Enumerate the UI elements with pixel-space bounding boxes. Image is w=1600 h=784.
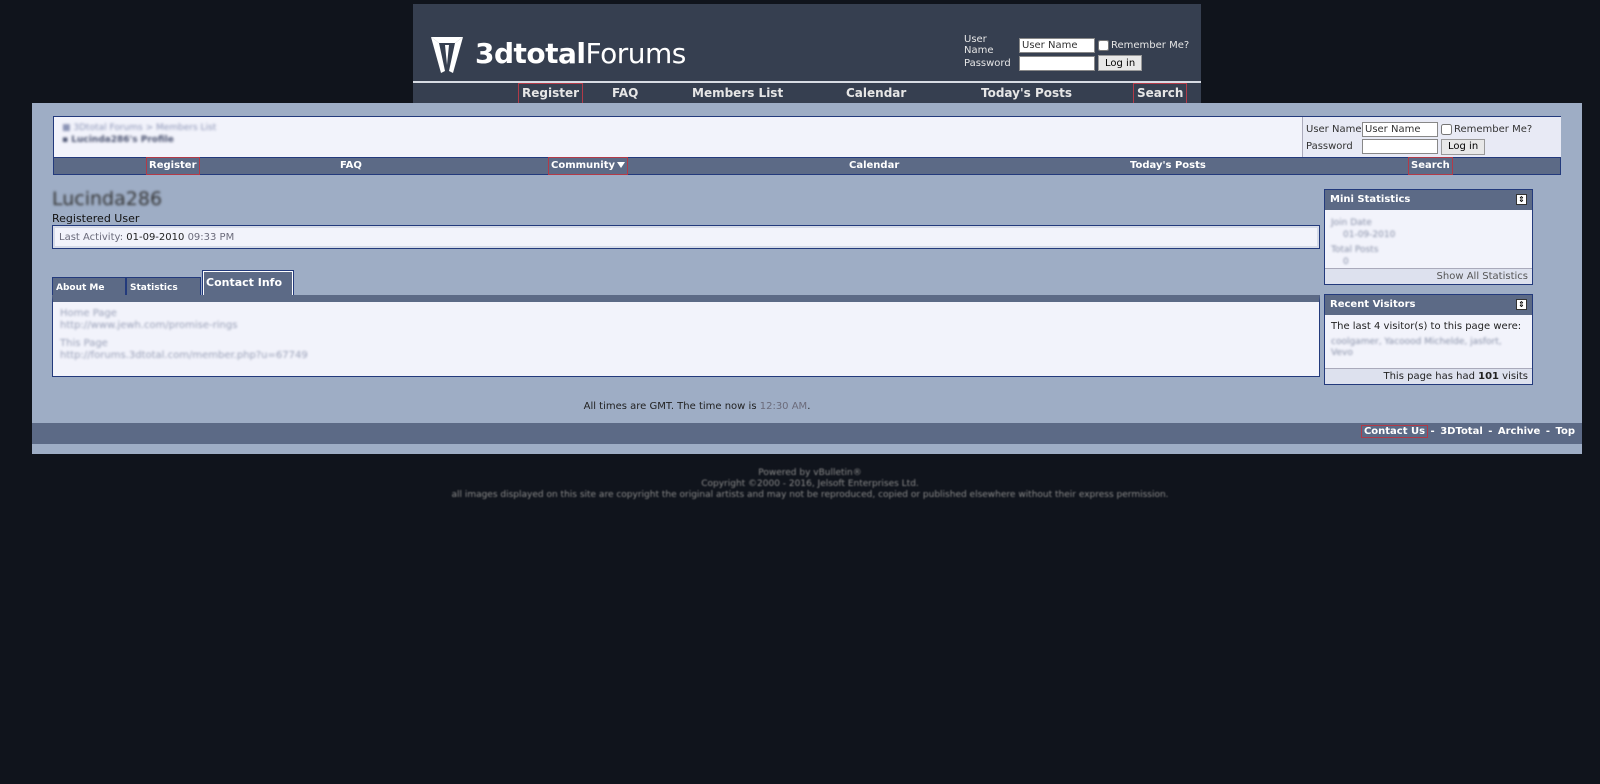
sub-remember-me-checkbox[interactable]: Remember Me? — [1441, 124, 1532, 135]
contact-info-panel: Home Page http://www.jewh.com/promise-ri… — [52, 295, 1320, 377]
breadcrumb-trail[interactable]: 3Dtotal Forums > Members List — [73, 123, 216, 133]
mini-statistics-box: Mini Statistics ⇕ Join Date 01-09-2010 T… — [1324, 189, 1533, 285]
visit-count: This page has had 101 visits — [1325, 368, 1532, 384]
forum-home-icon[interactable]: ■ — [62, 123, 71, 133]
username-input[interactable] — [1019, 37, 1095, 53]
time-now: 12:30 AM — [759, 401, 808, 412]
subnav-faq[interactable]: FAQ — [338, 158, 364, 174]
username-label: User Name — [964, 34, 994, 56]
contact-us-link[interactable]: Contact Us — [1360, 425, 1429, 438]
subnav-register[interactable]: Register — [146, 157, 200, 175]
footer-bar: Contact Us - 3DTotal - Archive - Top — [32, 423, 1582, 444]
list-item: Home Page http://www.jewh.com/promise-ri… — [60, 308, 1312, 332]
tab-statistics[interactable]: Statistics — [126, 277, 201, 296]
password-label: Password — [964, 57, 1011, 69]
user-title: Registered User — [52, 212, 140, 225]
subnav-todays-posts[interactable]: Today's Posts — [1128, 158, 1208, 174]
sub-password-label: Password — [1306, 141, 1353, 152]
nav-members-list[interactable]: Members List — [689, 84, 786, 103]
recent-visitors-header: Recent Visitors ⇕ — [1325, 295, 1532, 315]
site-logo[interactable]: 3dtotalForums — [427, 30, 686, 76]
recent-visitors-body: The last 4 visitor(s) to this page were:… — [1325, 315, 1532, 368]
subnav-community[interactable]: Community — [547, 157, 629, 175]
contact-label: This Page — [60, 338, 108, 349]
subnav-search[interactable]: Search — [1408, 157, 1453, 175]
time-notice: All times are GMT. The time now is 12:30… — [583, 401, 811, 412]
header-nav: Register FAQ Members List Calendar Today… — [413, 81, 1201, 104]
tab-about-me[interactable]: About Me — [52, 277, 126, 296]
logo-text: 3dtotalForums — [475, 36, 686, 70]
mini-statistics-header: Mini Statistics ⇕ — [1325, 190, 1532, 210]
profile-tabs: About Me Statistics Contact Info — [52, 270, 1320, 296]
archive-link[interactable]: Archive — [1496, 426, 1542, 437]
last-activity: Last Activity: 01-09-2010 09:33 PM — [52, 225, 1320, 249]
visitor-list[interactable]: coolgamer, Yacoood Michelde, jasfort, Ve… — [1331, 337, 1526, 359]
activity-label: Last Activity — [59, 232, 120, 243]
subnav-calendar[interactable]: Calendar — [847, 158, 901, 174]
activity-date: 01-09-2010 — [126, 232, 185, 243]
header-login-form: User Name Remember Me? Password Log in — [964, 34, 1189, 72]
breadcrumb-current: Lucinda286's Profile — [71, 135, 174, 145]
sub-username-label: User Name — [1306, 124, 1362, 135]
sub-password-input[interactable] — [1362, 139, 1438, 154]
remember-me-checkbox[interactable]: Remember Me? — [1098, 39, 1189, 51]
breadcrumb: ■ 3Dtotal Forums > Members List ▪ Lucind… — [62, 123, 216, 145]
sub-username-input[interactable] — [1362, 122, 1438, 137]
collapse-icon[interactable]: ⇕ — [1516, 194, 1527, 205]
password-input[interactable] — [1019, 55, 1095, 71]
site-header: 3dtotalForums User Name Remember Me? Pas… — [413, 4, 1201, 104]
recent-visitors-box: Recent Visitors ⇕ The last 4 visitor(s) … — [1324, 294, 1533, 385]
nav-calendar[interactable]: Calendar — [843, 84, 909, 103]
breadcrumb-current-icon: ▪ — [62, 135, 69, 145]
list-item: This Page http://forums.3dtotal.com/memb… — [60, 338, 1312, 362]
logo-mark-icon — [431, 37, 463, 73]
sub-login-button[interactable]: Log in — [1441, 138, 1486, 155]
forum-nav: Register FAQ Community Calendar Today's … — [53, 157, 1561, 175]
tab-contact-info[interactable]: Contact Info — [202, 270, 294, 296]
contact-link[interactable]: http://forums.3dtotal.com/member.php?u=6… — [60, 350, 1312, 362]
mini-statistics-body: Join Date 01-09-2010 Total Posts 0 — [1331, 218, 1396, 267]
login-button[interactable]: Log in — [1098, 55, 1143, 71]
show-all-statistics-link[interactable]: Show All Statistics — [1437, 271, 1528, 282]
activity-time: 09:33 PM — [187, 232, 235, 243]
nav-search[interactable]: Search — [1132, 83, 1188, 104]
breadcrumb-bar: ■ 3Dtotal Forums > Members List ▪ Lucind… — [53, 116, 1561, 158]
sub-login-form: User Name Remember Me? Password Log in — [1302, 117, 1561, 157]
copyright-notice: Powered by vBulletin® Copyright ©2000 - … — [451, 468, 1169, 500]
nav-todays-posts[interactable]: Today's Posts — [978, 84, 1075, 103]
top-link[interactable]: Top — [1553, 426, 1577, 437]
nav-register[interactable]: Register — [517, 83, 584, 104]
chevron-down-icon — [617, 162, 626, 168]
3dtotal-link[interactable]: 3DTotal — [1438, 426, 1485, 437]
contact-link[interactable]: http://www.jewh.com/promise-rings — [60, 320, 1312, 332]
profile-username: Lucinda286 — [52, 188, 163, 210]
nav-faq[interactable]: FAQ — [609, 84, 641, 103]
main-panel: ■ 3Dtotal Forums > Members List ▪ Lucind… — [32, 103, 1582, 454]
contact-label: Home Page — [60, 308, 117, 319]
collapse-icon[interactable]: ⇕ — [1516, 299, 1527, 310]
